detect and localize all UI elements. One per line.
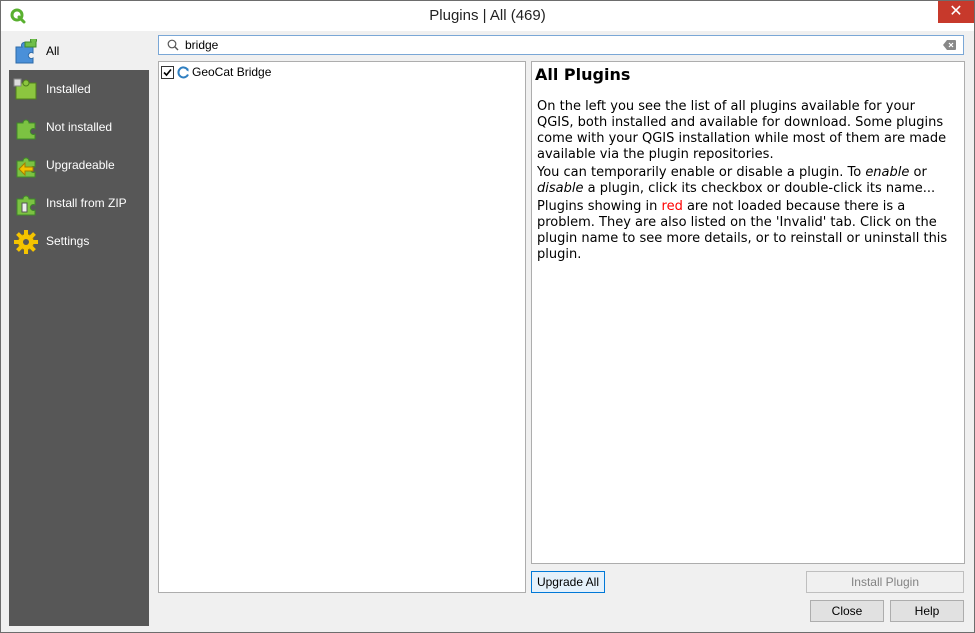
plugin-details-panel: All Plugins On the left you see the list… (531, 61, 965, 564)
clear-search-icon[interactable] (943, 40, 956, 50)
sidebar-item-label: All (46, 44, 60, 58)
sidebar: All Installed Not installed Upgradeable (9, 32, 149, 626)
sidebar-item-not-installed[interactable]: Not installed (9, 108, 149, 146)
details-emphasis: disable (537, 181, 584, 196)
details-red-text: red (661, 199, 683, 214)
puzzle-not-installed-icon (16, 119, 36, 140)
sidebar-item-all[interactable]: All (9, 32, 149, 70)
details-heading: All Plugins (535, 65, 631, 84)
close-button[interactable]: Close (810, 600, 884, 622)
gear-icon (14, 230, 38, 254)
puzzle-upgradeable-icon (16, 157, 36, 178)
puzzle-all-icon (15, 39, 37, 64)
geocat-bridge-icon (177, 66, 189, 79)
details-paragraph-3: Plugins showing in red are not loaded be… (537, 199, 952, 263)
plugin-enabled-checkbox[interactable] (161, 66, 174, 79)
sidebar-item-label: Upgradeable (46, 158, 115, 172)
plugin-name: GeoCat Bridge (192, 65, 272, 79)
window-close-button[interactable]: ✕ (938, 1, 974, 23)
sidebar-item-install-from-zip[interactable]: Install from ZIP (9, 184, 149, 222)
plugins-dialog: Plugins | All (469) ✕ All Installed Not … (0, 0, 975, 633)
details-paragraph-1: On the left you see the list of all plug… (537, 99, 947, 162)
details-text: Plugins showing in (537, 199, 662, 214)
sidebar-item-label: Install from ZIP (46, 196, 127, 210)
details-text: You can temporarily enable or disable a … (537, 165, 866, 180)
details-text: a plugin, click its checkbox or double-c… (583, 181, 936, 196)
sidebar-item-label: Installed (46, 82, 91, 96)
plugin-list: GeoCat Bridge (158, 61, 526, 593)
puzzle-zip-icon (16, 195, 36, 216)
help-button[interactable]: Help (890, 600, 964, 622)
sidebar-item-label: Not installed (46, 120, 113, 134)
checkmark-icon (163, 68, 172, 77)
plugin-search-box[interactable] (158, 35, 964, 55)
details-emphasis: enable (865, 165, 910, 180)
list-item[interactable]: GeoCat Bridge (161, 64, 521, 80)
search-input[interactable] (185, 37, 925, 53)
sidebar-item-installed[interactable]: Installed (9, 70, 149, 108)
window-title: Plugins | All (469) (429, 7, 546, 24)
install-plugin-button[interactable]: Install Plugin (806, 571, 964, 593)
sidebar-item-label: Settings (46, 234, 90, 248)
sidebar-item-settings[interactable]: Settings (9, 222, 149, 260)
sidebar-item-upgradeable[interactable]: Upgradeable (9, 146, 149, 184)
upgrade-all-button[interactable]: Upgrade All (531, 571, 605, 593)
details-text: or (909, 165, 927, 180)
details-paragraph-2: You can temporarily enable or disable a … (537, 165, 952, 197)
title-bar: Plugins | All (469) ✕ (1, 1, 974, 31)
puzzle-installed-icon (13, 78, 37, 100)
search-icon (167, 39, 179, 51)
